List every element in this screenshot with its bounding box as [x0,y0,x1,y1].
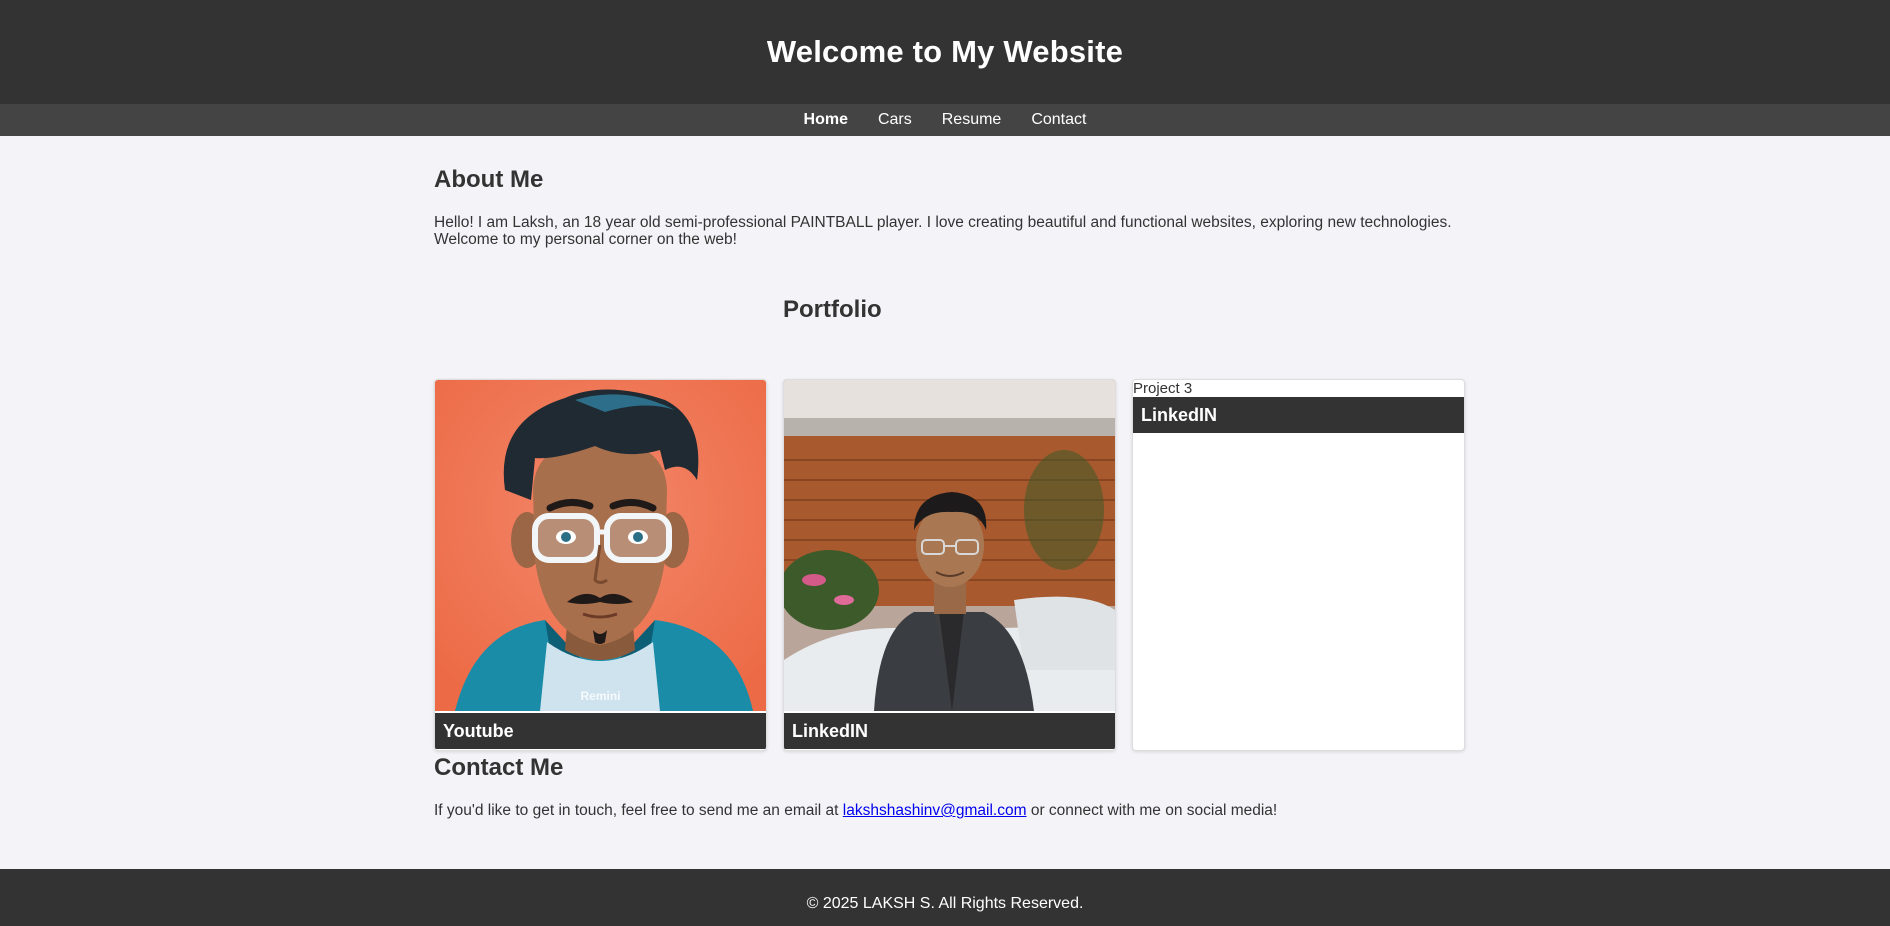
nav-home[interactable]: Home [804,111,848,129]
broken-image-placeholder[interactable]: Project 3 [1133,380,1464,397]
linkedin-photo-image[interactable] [784,380,1115,711]
email-link[interactable]: lakshshashinv@gmail.com [843,802,1027,819]
nav-cars[interactable]: Cars [878,111,912,129]
card-caption-linkedin[interactable]: LinkedIN [784,713,1115,749]
about-section: About Me Hello! I am Laksh, an 18 year o… [434,166,1466,248]
contact-section: Contact Me If you'd like to get in touch… [434,754,1466,820]
site-footer: © 2025 LAKSH S. All Rights Reserved. [0,869,1890,926]
portfolio-card-youtube[interactable]: Remini Youtube [434,379,767,751]
image-watermark: Remini [580,689,621,703]
person-photo-icon [784,380,1115,711]
main-content: About Me Hello! I am Laksh, an 18 year o… [434,166,1466,820]
youtube-avatar-image[interactable]: Remini [435,380,766,711]
portfolio-heading: Portfolio [783,296,882,323]
portfolio-card-project-3[interactable]: Project 3 LinkedIN [1132,379,1465,751]
nav-resume[interactable]: Resume [942,111,1002,129]
contact-text: If you'd like to get in touch, feel free… [434,802,1466,820]
portfolio-cards: Remini Youtube LinkedIN Project 3 Linked… [434,379,1465,751]
nav-contact[interactable]: Contact [1031,111,1086,129]
about-heading: About Me [434,166,544,193]
portfolio-section: Portfolio Remini Youtube LinkedIN Projec… [434,248,1466,751]
avatar-illustration-icon [435,380,766,711]
contact-text-before: If you'd like to get in touch, feel free… [434,802,839,819]
card-caption-youtube[interactable]: Youtube [435,713,766,749]
about-text: Hello! I am Laksh, an 18 year old semi-p… [434,214,1452,248]
portfolio-card-linkedin[interactable]: LinkedIN [783,379,1116,751]
site-title: Welcome to My Website [766,34,1124,69]
contact-heading: Contact Me [434,754,564,781]
contact-text-after: or connect with me on social media! [1030,802,1278,819]
footer-copyright: © 2025 LAKSH S. All Rights Reserved. [806,894,1084,912]
site-header: Welcome to My Website [0,0,1890,104]
card-caption-project-3[interactable]: LinkedIN [1133,397,1464,433]
image-alt-text: Project 3 [1133,380,1193,397]
main-nav: Home Cars Resume Contact [0,104,1890,136]
